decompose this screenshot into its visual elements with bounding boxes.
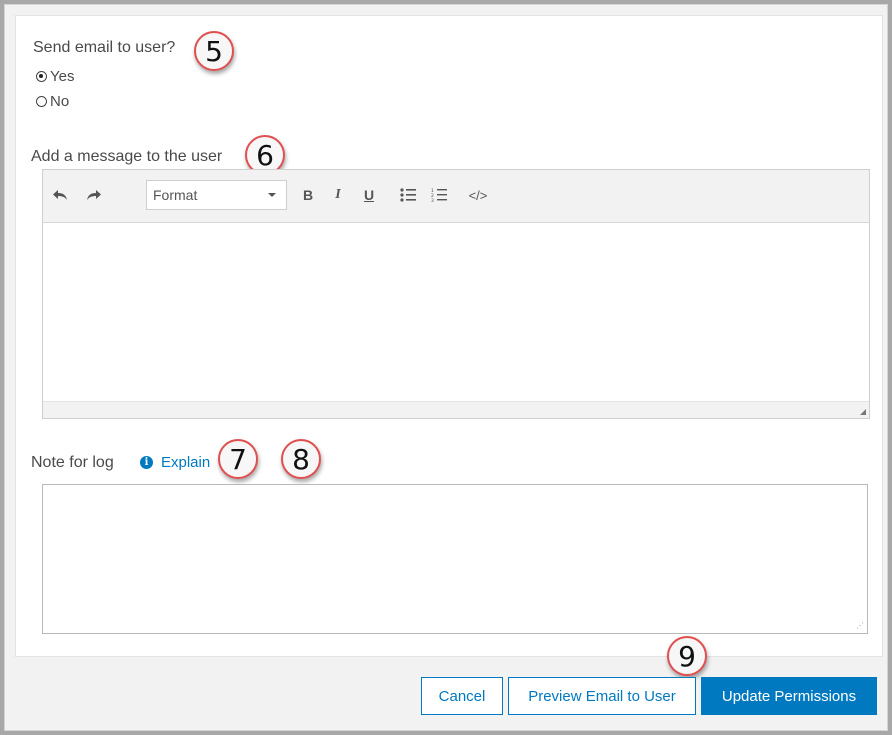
bullet-list-icon[interactable] bbox=[399, 185, 417, 205]
format-select[interactable]: Format bbox=[146, 180, 287, 210]
radio-yes-indicator[interactable] bbox=[36, 71, 47, 82]
update-permissions-button[interactable]: Update Permissions bbox=[701, 677, 877, 715]
radio-yes[interactable]: Yes bbox=[36, 68, 74, 85]
undo-icon[interactable] bbox=[49, 185, 71, 205]
radio-no[interactable]: No bbox=[36, 93, 69, 110]
preview-email-button[interactable]: Preview Email to User bbox=[508, 677, 696, 715]
format-select-value: Format bbox=[153, 187, 198, 203]
dialog-frame: Send email to user? 5 Yes No Add a messa… bbox=[4, 4, 888, 731]
callout-5: 5 bbox=[194, 31, 234, 71]
note-textarea[interactable]: ⋰ bbox=[42, 484, 868, 634]
chevron-down-icon bbox=[268, 193, 276, 197]
svg-text:3: 3 bbox=[431, 198, 434, 202]
explain-link[interactable]: i Explain bbox=[140, 454, 210, 471]
editor-toolbar: Format B I U 1 2 3 </> bbox=[43, 170, 869, 223]
permissions-panel: Send email to user? 5 Yes No Add a messa… bbox=[15, 15, 883, 657]
radio-no-indicator[interactable] bbox=[36, 96, 47, 107]
bold-button[interactable]: B bbox=[300, 185, 316, 205]
rich-text-editor: Format B I U 1 2 3 </> bbox=[42, 169, 870, 419]
message-label: Add a message to the user bbox=[31, 148, 223, 165]
code-view-button[interactable]: </> bbox=[467, 185, 489, 205]
explain-label: Explain bbox=[161, 454, 211, 471]
editor-status-bar bbox=[43, 401, 869, 418]
underline-button[interactable]: U bbox=[361, 185, 377, 205]
callout-7: 7 bbox=[218, 439, 258, 479]
callout-8: 8 bbox=[281, 439, 321, 479]
numbered-list-icon[interactable]: 1 2 3 bbox=[430, 185, 448, 205]
message-edit-area[interactable] bbox=[43, 223, 869, 401]
redo-icon[interactable] bbox=[83, 185, 105, 205]
cancel-button[interactable]: Cancel bbox=[421, 677, 503, 715]
italic-button[interactable]: I bbox=[330, 185, 346, 205]
callout-9: 9 bbox=[667, 636, 707, 676]
resize-handle-icon[interactable] bbox=[860, 409, 866, 415]
radio-no-label: No bbox=[50, 93, 70, 110]
note-label: Note for log bbox=[31, 454, 114, 471]
send-email-label: Send email to user? bbox=[33, 39, 176, 56]
info-icon: i bbox=[140, 456, 153, 469]
resize-grip-icon[interactable]: ⋰ bbox=[856, 622, 864, 630]
radio-yes-label: Yes bbox=[50, 68, 75, 85]
